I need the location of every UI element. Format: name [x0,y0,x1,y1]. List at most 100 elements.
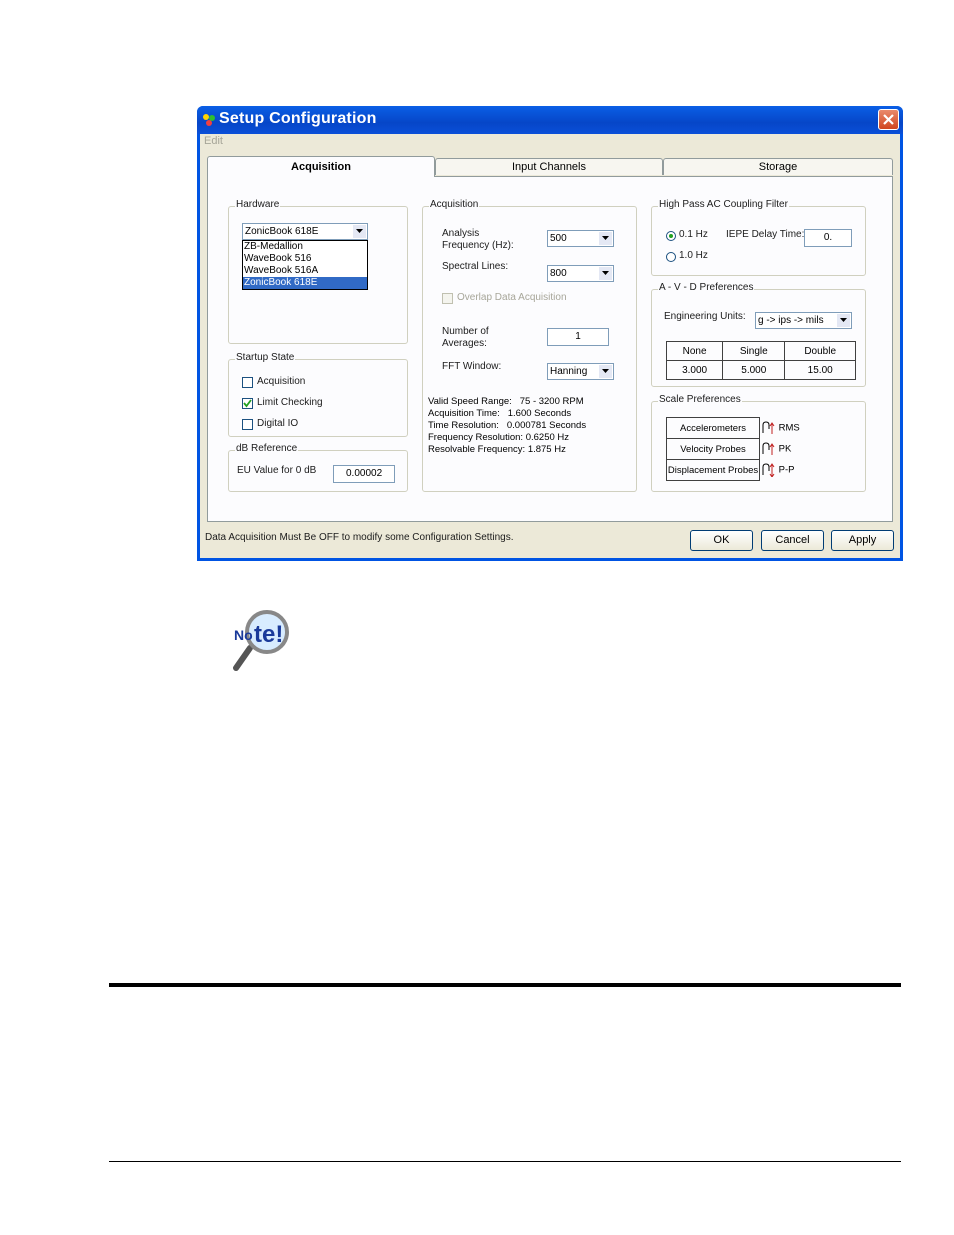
filter-0-1hz-label: 0.1 Hz [679,229,708,240]
digital-io-checkbox[interactable] [242,419,253,430]
tab-panel-acquisition: Hardware ZonicBook 618E ZB-Medallion Wav… [207,176,893,522]
fft-window-value: Hanning [550,366,588,377]
valid-speed-range-value: 75 - 3200 RPM [519,396,584,407]
acquisition-checkbox-label: Acquisition [257,376,306,387]
scale-preferences-label: Scale Preferences [658,394,742,405]
window-title: Setup Configuration [219,110,377,127]
startup-state-group: Startup State Acquisition Limit Checking… [228,352,408,437]
avd-preferences-label: A - V - D Preferences [658,282,755,293]
engineering-units-label: Engineering Units: [664,311,746,322]
close-button[interactable] [878,109,899,130]
avd-header-row: None Single Double [665,341,856,361]
scale-unit-cell-velocity-probes[interactable]: PK [760,439,803,460]
frequency-resolution-label: Frequency Resolution: [428,432,524,443]
avd-header-none: None [665,341,724,361]
avd-table: None Single Double 3.000 5.000 15.00 [665,341,856,380]
eu-value-input[interactable]: 0.00002 [333,465,395,483]
hardware-option-zb-medallion[interactable]: ZB-Medallion [243,241,367,253]
acquisition-group-label: Acquisition [429,199,480,210]
fft-window-select[interactable]: Hanning [547,363,614,380]
spectral-lines-value: 800 [550,268,567,279]
analysis-frequency-select[interactable]: 500 [547,230,614,247]
analysis-frequency-dropdown-button[interactable] [599,232,612,245]
hardware-dropdown-button[interactable] [353,225,366,238]
chevron-down-icon [840,318,847,322]
magnifier-note-icon: No te! [233,610,289,671]
engineering-units-dropdown-button[interactable] [837,314,850,327]
engineering-units-select[interactable]: g -> ips -> mils [755,312,852,329]
scale-unit-cell-displacement-probes[interactable]: P-P [760,460,803,481]
hardware-option-zonicbook-618e[interactable]: ZonicBook 618E [243,277,367,289]
scale-toggle-icon [762,421,775,434]
spectral-lines-label: Spectral Lines: [442,261,509,272]
svg-text:te!: te! [254,621,283,648]
cancel-button[interactable]: Cancel [761,530,824,551]
scale-row-velocity-probes: Velocity Probes PK [666,438,803,460]
time-resolution-value: 0.000781 Seconds [506,420,587,431]
avd-preferences-group: A - V - D Preferences Engineering Units:… [651,282,866,387]
filter-1-0hz-radio[interactable] [666,252,676,262]
menu-edit[interactable]: Edit [204,135,223,147]
avd-value-row: 3.000 5.000 15.00 [665,360,856,380]
fft-window-dropdown-button[interactable] [599,365,612,378]
db-reference-label: dB Reference [235,443,299,454]
limit-checking-checkbox[interactable] [242,398,253,409]
ok-button[interactable]: OK [690,530,753,551]
setup-configuration-window: Setup Configuration Edit Acquisition Inp… [197,106,903,561]
title-bar[interactable]: Setup Configuration [197,106,903,134]
tab-acquisition[interactable]: Acquisition [207,156,435,177]
hardware-option-wavebook-516[interactable]: WaveBook 516 [243,253,367,265]
hardware-select-value: ZonicBook 618E [245,226,319,237]
engineering-units-value: g -> ips -> mils [758,315,824,326]
filter-1-0hz-label: 1.0 Hz [679,250,708,261]
high-pass-filter-label: High Pass AC Coupling Filter [658,199,789,210]
frequency-resolution-value: 0.6250 Hz [525,432,570,443]
number-of-averages-input[interactable]: 1 [547,328,609,346]
chevron-down-icon [356,229,363,233]
avd-value-single[interactable]: 5.000 [722,360,786,380]
radio-selected-dot [669,234,673,238]
frequency-resolution-row: Frequency Resolution: 0.6250 Hz [428,432,586,444]
spectral-lines-select[interactable]: 800 [547,265,614,282]
iepe-delay-time-label: IEPE Delay Time: [726,229,805,240]
overlap-checkbox[interactable] [442,293,453,304]
spectral-lines-dropdown-button[interactable] [599,267,612,280]
hardware-select[interactable]: ZonicBook 618E [242,223,368,240]
apply-button[interactable]: Apply [831,530,894,551]
fft-window-label: FFT Window: [442,361,502,372]
tab-storage[interactable]: Storage [663,158,893,175]
scale-unit-cell-accelerometers[interactable]: RMS [760,418,803,439]
limit-checking-label: Limit Checking [257,397,323,408]
window-client: Edit Acquisition Input Channels Storage … [200,134,900,558]
filter-0-1hz-radio[interactable] [666,231,676,241]
scale-toggle-icon [762,463,775,478]
eu-value-label: EU Value for 0 dB [237,465,317,476]
acquisition-time-value: 1.600 Seconds [507,408,572,419]
resolvable-frequency-value: 1.875 Hz [527,444,566,455]
iepe-delay-time-input[interactable]: 0. [804,229,852,247]
number-of-averages-label-line2: Averages: [442,338,487,349]
chevron-down-icon [602,236,609,240]
high-pass-filter-group: High Pass AC Coupling Filter 0.1 Hz 1.0 … [651,199,866,276]
svg-text:No: No [234,627,253,643]
chevron-down-icon [602,369,609,373]
scale-row-displacement-probes: Displacement Probes P-P [666,459,803,481]
hardware-group: Hardware ZonicBook 618E ZB-Medallion Wav… [228,199,408,344]
scale-name-accelerometers: Accelerometers [666,417,760,439]
tab-input-channels[interactable]: Input Channels [435,158,663,175]
scale-name-velocity-probes: Velocity Probes [666,438,760,460]
acquisition-checkbox[interactable] [242,377,253,388]
resolvable-frequency-label: Resolvable Frequency: [428,444,526,455]
scale-preferences-group: Scale Preferences Accelerometers RMS Vel… [651,394,866,492]
avd-value-none[interactable]: 3.000 [665,360,724,380]
hardware-group-label: Hardware [235,199,281,210]
avd-value-double[interactable]: 15.00 [784,360,856,380]
scale-toggle-icon [762,442,775,455]
hardware-option-wavebook-516a[interactable]: WaveBook 516A [243,265,367,277]
scale-unit-accelerometers: RMS [778,422,800,434]
digital-io-label: Digital IO [257,418,299,429]
valid-speed-range-label: Valid Speed Range: [428,396,512,407]
time-resolution-label: Time Resolution: [428,420,499,431]
analysis-frequency-label-line2: Frequency (Hz): [442,240,514,251]
check-icon [243,399,252,408]
